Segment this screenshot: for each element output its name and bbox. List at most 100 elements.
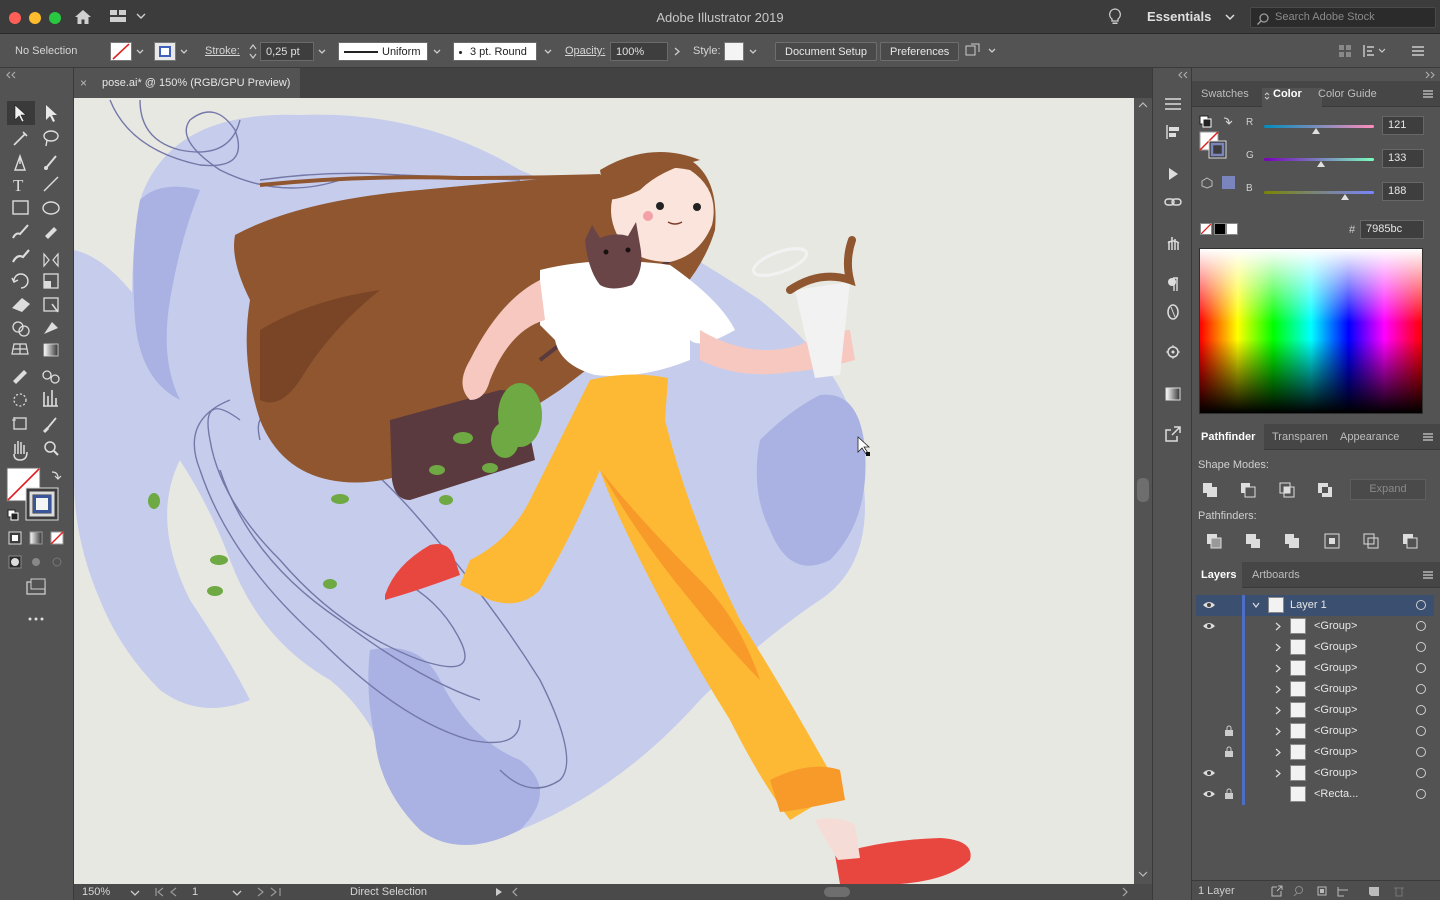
chevron-right-icon[interactable] [1274, 769, 1282, 778]
document-tab[interactable]: × pose.ai* @ 150% (RGB/GPU Preview) [74, 68, 300, 98]
properties-icon[interactable] [1163, 94, 1183, 114]
slice-tool[interactable] [38, 414, 64, 436]
puppet-warp-icon[interactable] [1163, 232, 1183, 252]
blend-tool[interactable] [38, 366, 64, 388]
paragraph-icon[interactable] [1163, 274, 1183, 294]
chevron-down-icon[interactable] [130, 889, 140, 897]
actions-icon[interactable] [1163, 164, 1183, 184]
document-setup-button[interactable]: Document Setup [775, 42, 877, 61]
chevron-down-icon[interactable] [542, 43, 554, 60]
unite-button[interactable] [1200, 480, 1220, 500]
lock-icon[interactable] [1224, 620, 1234, 632]
layer-row[interactable]: <Group> [1196, 679, 1434, 700]
search-input[interactable] [1275, 11, 1433, 23]
chevron-down-icon[interactable] [747, 43, 759, 60]
panel-menu-icon[interactable] [1422, 432, 1434, 442]
align-panel-icon[interactable] [1163, 122, 1183, 142]
stroke-weight-field[interactable]: 0,25 pt [260, 42, 314, 61]
close-tab-button[interactable]: × [80, 76, 87, 90]
lock-icon[interactable] [1224, 662, 1234, 674]
layer-row[interactable]: <Group> [1196, 637, 1434, 658]
lock-icon[interactable] [1224, 767, 1234, 779]
artboard-tool[interactable] [8, 414, 34, 436]
target-circle-icon[interactable] [1416, 705, 1426, 715]
rotate-tool[interactable] [8, 270, 34, 292]
lock-icon[interactable] [1224, 746, 1234, 758]
status-menu-icon[interactable] [494, 887, 504, 897]
lock-icon[interactable] [1224, 683, 1234, 695]
slider-thumb[interactable] [1317, 161, 1326, 167]
out-of-gamut-icon[interactable] [1201, 177, 1213, 189]
line-segment-tool[interactable] [38, 174, 64, 196]
graphic-style-swatch[interactable] [724, 42, 744, 61]
appearance-target-icon[interactable] [1163, 342, 1183, 362]
tab-color[interactable]: Color [1273, 88, 1302, 100]
artboard-number[interactable]: 1 [192, 886, 198, 898]
gradient-tool[interactable] [38, 342, 64, 364]
magic-wand-tool[interactable] [8, 126, 34, 148]
visibility-eye-icon[interactable] [1202, 621, 1216, 631]
divide-button[interactable] [1204, 531, 1224, 551]
lock-icon[interactable] [1224, 599, 1234, 611]
visibility-eye-icon[interactable] [1202, 663, 1216, 673]
vertical-scrollbar[interactable] [1134, 98, 1152, 884]
web-safe-color-swatch[interactable] [1222, 176, 1235, 189]
workspace-switcher-icon[interactable] [110, 9, 146, 26]
minus-back-button[interactable] [1400, 531, 1420, 551]
layer-row-layer-1[interactable]: Layer 1 [1196, 595, 1434, 616]
channel-value-b[interactable]: 188 [1382, 182, 1424, 201]
arrange-documents-icon[interactable] [965, 43, 999, 59]
outline-button[interactable] [1361, 531, 1381, 551]
tab-layers[interactable]: Layers [1201, 569, 1236, 581]
ellipse-tool[interactable] [38, 198, 64, 220]
gradient-panel-icon[interactable] [1163, 384, 1183, 404]
paintbrush-tool[interactable] [8, 222, 34, 244]
direct-selection-tool[interactable] [38, 102, 64, 124]
panel-menu-icon[interactable] [1422, 89, 1434, 99]
tab-color-guide[interactable]: Color Guide [1318, 88, 1377, 100]
channel-value-r[interactable]: 121 [1382, 116, 1424, 135]
visibility-eye-icon[interactable] [1202, 684, 1216, 694]
selection-tool[interactable] [8, 102, 34, 124]
visibility-eye-icon[interactable] [1202, 789, 1216, 799]
channel-slider-b[interactable] [1264, 191, 1374, 194]
opentype-icon[interactable] [1163, 302, 1183, 322]
layer-row[interactable]: <Group> [1196, 658, 1434, 679]
more-tools-icon[interactable] [22, 608, 52, 628]
blob-brush-tool[interactable] [8, 246, 34, 268]
opacity-field[interactable]: 100% [610, 42, 668, 61]
target-circle-icon[interactable] [1416, 789, 1426, 799]
color-spectrum[interactable] [1199, 248, 1423, 414]
eraser-tool[interactable] [8, 294, 34, 316]
shaper-tool[interactable] [38, 222, 64, 244]
window-minimize-button[interactable] [29, 12, 41, 24]
tab-artboards[interactable]: Artboards [1252, 569, 1300, 581]
slider-thumb[interactable] [1341, 194, 1350, 200]
visibility-eye-icon[interactable] [1202, 642, 1216, 652]
target-circle-icon[interactable] [1416, 642, 1426, 652]
opacity-label[interactable]: Opacity: [565, 42, 605, 61]
panel-menu-icon[interactable] [1422, 570, 1434, 580]
adobe-stock-search[interactable] [1250, 7, 1436, 28]
pen-tool[interactable] [8, 150, 34, 172]
width-tool[interactable] [38, 246, 64, 268]
lightbulb-icon[interactable] [1108, 8, 1122, 29]
target-circle-icon[interactable] [1416, 600, 1426, 610]
zoom-tool[interactable] [38, 438, 64, 460]
stroke-label[interactable]: Stroke: [205, 42, 240, 61]
collapse-dock-icon[interactable] [1177, 71, 1189, 79]
trim-button[interactable] [1243, 531, 1263, 551]
eyedropper-tool[interactable] [8, 366, 34, 388]
target-circle-icon[interactable] [1416, 621, 1426, 631]
target-circle-icon[interactable] [1416, 768, 1426, 778]
tab-pathfinder[interactable]: Pathfinder [1201, 431, 1255, 443]
stroke-swatch[interactable] [154, 42, 176, 61]
chevron-right-icon[interactable] [1274, 643, 1282, 652]
artboard-canvas[interactable] [74, 98, 1134, 884]
target-circle-icon[interactable] [1416, 726, 1426, 736]
free-transform-tool[interactable] [38, 294, 64, 316]
scroll-left-icon[interactable] [510, 887, 520, 897]
fill-none-swatch[interactable] [110, 42, 132, 61]
channel-value-g[interactable]: 133 [1382, 149, 1424, 168]
none-color-swatch[interactable] [1200, 223, 1212, 235]
